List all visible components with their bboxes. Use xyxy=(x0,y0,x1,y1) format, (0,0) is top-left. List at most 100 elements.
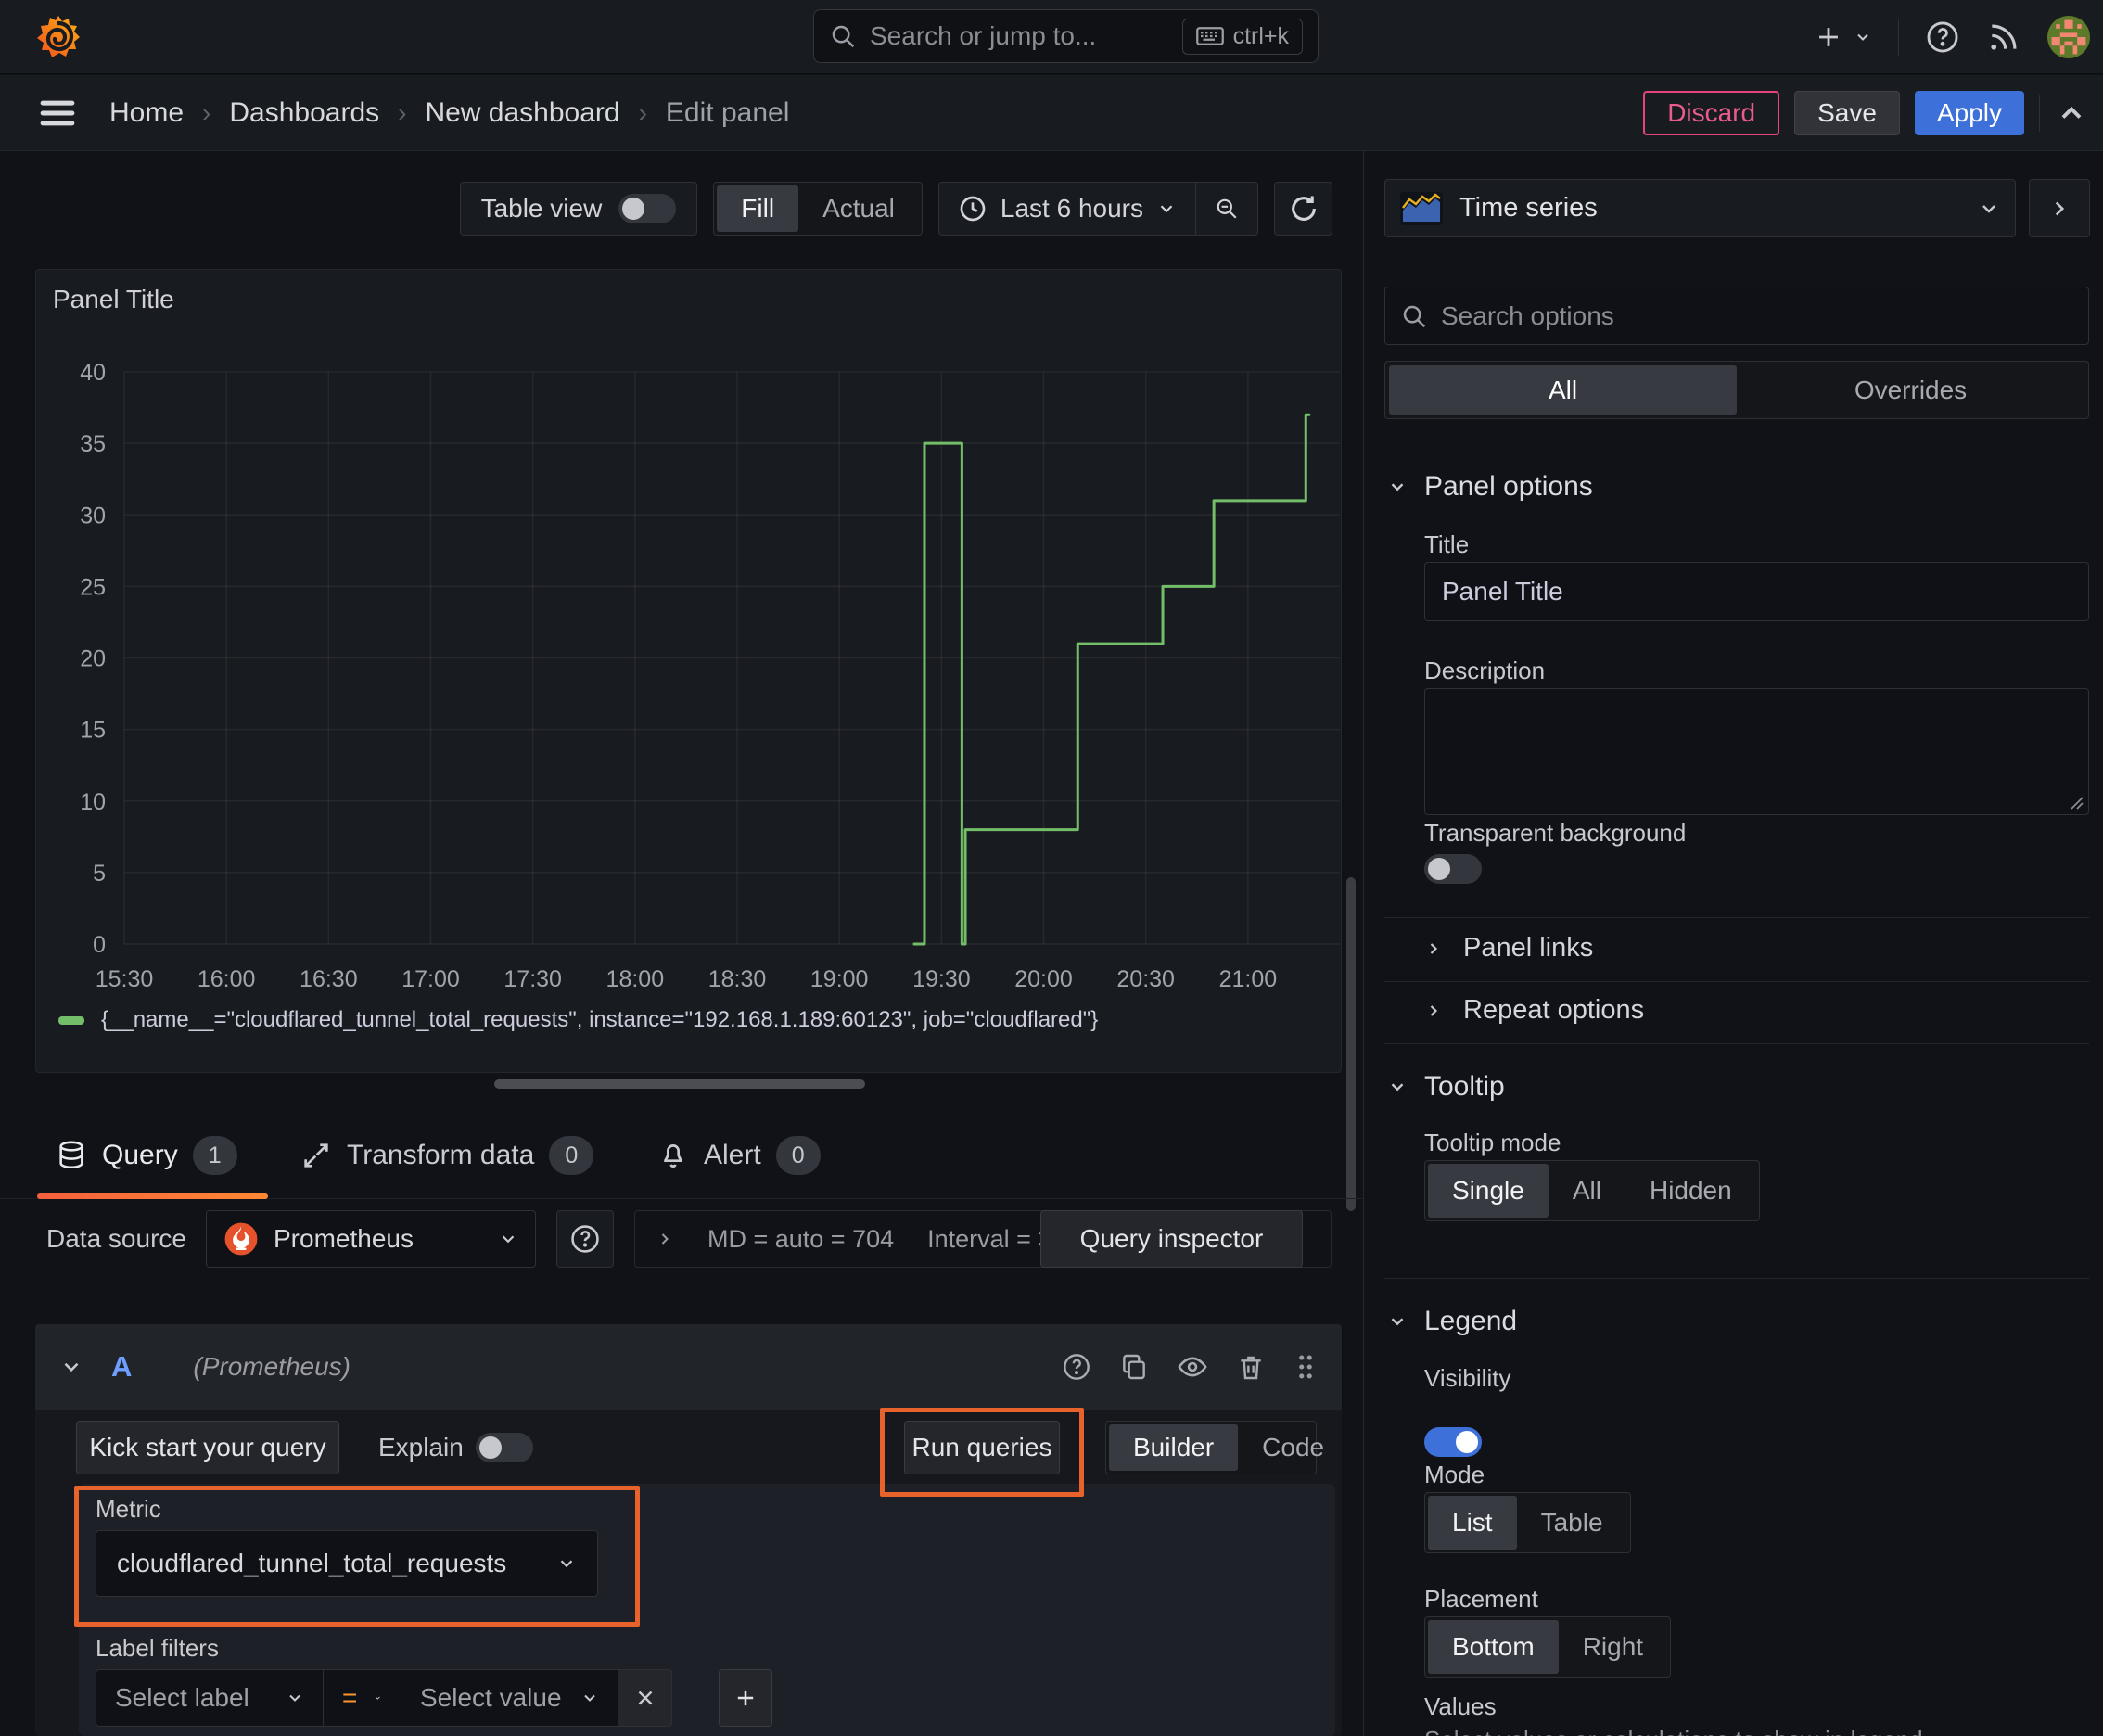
metric-select[interactable]: cloudflared_tunnel_total_requests xyxy=(96,1530,598,1597)
add-filter-button[interactable] xyxy=(719,1669,772,1727)
chevron-right-icon xyxy=(1430,942,1438,954)
overrides-option[interactable]: Overrides xyxy=(1737,365,2084,415)
y-tick-label: 35 xyxy=(80,431,106,457)
visualization-picker[interactable]: Time series xyxy=(1384,179,2016,237)
legend-swatch xyxy=(58,1015,84,1025)
help-icon[interactable] xyxy=(1925,19,1960,55)
transparent-background-toggle[interactable] xyxy=(1424,854,1482,884)
collapse-chevron-up-icon[interactable] xyxy=(2055,96,2088,130)
breadcrumb-edit-panel: Edit panel xyxy=(665,96,790,128)
x-tick-label: 20:00 xyxy=(1014,966,1073,992)
breadcrumb: Home › Dashboards › New dashboard › Edit… xyxy=(109,97,789,129)
breadcrumb-home[interactable]: Home xyxy=(109,97,184,129)
panel-resize-handle[interactable] xyxy=(494,1079,865,1089)
time-series-chart: 0 5 10 15 20 25 30 35 40 15:30 16:00 16:30 17:00 17:3… xyxy=(80,360,1340,992)
time-series-viz-icon xyxy=(1400,191,1443,225)
mode-table-option[interactable]: Table xyxy=(1517,1496,1627,1550)
options-search-input[interactable]: Search options xyxy=(1384,287,2089,345)
datasource-picker[interactable]: Prometheus xyxy=(206,1210,536,1268)
tooltip-hidden-option[interactable]: Hidden xyxy=(1625,1164,1756,1218)
divider xyxy=(1384,917,2089,918)
tab-alert[interactable]: Alert 0 xyxy=(657,1113,821,1198)
panel-title-input[interactable] xyxy=(1424,562,2089,621)
placement-bottom-option[interactable]: Bottom xyxy=(1428,1620,1559,1674)
save-button[interactable]: Save xyxy=(1794,91,1900,135)
tooltip-single-option[interactable]: Single xyxy=(1428,1164,1549,1218)
news-rss-icon[interactable] xyxy=(1986,19,2021,55)
kick-start-button[interactable]: Kick start your query xyxy=(76,1421,339,1474)
tooltip-section-header[interactable]: Tooltip xyxy=(1387,1071,1505,1103)
panel-options-sidebar: Time series Search options All Overrides… xyxy=(1363,151,2103,1736)
max-data-points: MD = auto = 704 xyxy=(707,1224,895,1253)
panel-view-toolbar: Table view Fill Actual Last 6 hours xyxy=(0,182,1363,236)
mode-list-option[interactable]: List xyxy=(1428,1496,1517,1550)
x-tick-label: 19:00 xyxy=(810,966,869,992)
datasource-help-button[interactable] xyxy=(556,1210,614,1268)
zoom-out-button[interactable] xyxy=(1196,183,1257,235)
select-label-dropdown[interactable]: Select label xyxy=(96,1669,324,1727)
user-avatar[interactable] xyxy=(2047,16,2090,58)
query-row-header[interactable]: A (Prometheus) xyxy=(35,1324,1342,1410)
collapse-options-button[interactable] xyxy=(2029,179,2090,237)
y-tick-label: 25 xyxy=(80,574,106,600)
delete-query-trash-icon[interactable] xyxy=(1236,1352,1266,1382)
breadcrumb-new-dashboard[interactable]: New dashboard xyxy=(425,97,619,129)
datasource-label: Data source xyxy=(46,1224,186,1253)
time-range-picker[interactable]: Last 6 hours xyxy=(939,183,1195,235)
legend-values-hint: Select values or calculations to show in… xyxy=(1424,1726,1923,1736)
placement-right-option[interactable]: Right xyxy=(1559,1620,1667,1674)
query-datasource-hint: (Prometheus) xyxy=(193,1352,351,1381)
plus-icon xyxy=(737,1690,754,1706)
edit-panel-main: Table view Fill Actual Last 6 hours Pane… xyxy=(0,151,1363,1736)
time-series-panel[interactable]: Panel Title 0 5 10 15 20 25 30 35 40 15:30 16:00 16… xyxy=(35,269,1342,1073)
panel-options-section-header[interactable]: Panel options xyxy=(1387,471,1593,503)
select-value-dropdown[interactable]: Select value xyxy=(401,1669,618,1727)
refresh-button[interactable] xyxy=(1274,182,1332,236)
builder-option[interactable]: Builder xyxy=(1109,1424,1239,1471)
y-tick-label: 15 xyxy=(80,718,106,744)
legend-visibility-toggle[interactable] xyxy=(1424,1427,1482,1457)
duplicate-query-icon[interactable] xyxy=(1119,1352,1149,1382)
disable-query-eye-icon[interactable] xyxy=(1177,1351,1208,1383)
run-queries-button[interactable]: Run queries xyxy=(904,1421,1060,1474)
tooltip-all-option[interactable]: All xyxy=(1549,1164,1625,1218)
breadcrumb-dashboards[interactable]: Dashboards xyxy=(229,97,379,129)
menu-hamburger-icon[interactable] xyxy=(39,97,76,129)
tab-query[interactable]: Query 1 xyxy=(56,1113,237,1198)
time-range-group: Last 6 hours xyxy=(937,182,1258,236)
drag-handle-icon[interactable] xyxy=(1294,1351,1318,1383)
explain-toggle[interactable] xyxy=(476,1433,533,1462)
query-inspector-button[interactable]: Query inspector xyxy=(1040,1210,1303,1268)
chevron-down-icon xyxy=(1391,1083,1404,1091)
chart-legend[interactable]: {__name__="cloudflared_tunnel_total_requ… xyxy=(58,1007,1098,1033)
x-tick-label: 17:30 xyxy=(503,966,562,992)
chevron-down-icon xyxy=(1391,483,1404,491)
repeat-options-section[interactable]: Repeat options xyxy=(1424,995,1644,1026)
breadcrumb-separator: › xyxy=(638,97,647,127)
resize-handle-icon xyxy=(2068,794,2084,811)
divider xyxy=(1384,981,2089,982)
legend-section-header[interactable]: Legend xyxy=(1387,1306,1517,1337)
panel-title: Panel Title xyxy=(53,285,174,313)
add-new-button[interactable] xyxy=(1813,21,1872,53)
global-search-input[interactable]: Search or jump to... ctrl+k xyxy=(813,9,1319,63)
operator-dropdown[interactable]: = xyxy=(324,1669,401,1727)
panel-links-section[interactable]: Panel links xyxy=(1424,933,1593,964)
remove-filter-button[interactable] xyxy=(618,1669,672,1727)
metric-label: Metric xyxy=(96,1495,161,1523)
discard-button[interactable]: Discard xyxy=(1643,91,1780,135)
metric-value: cloudflared_tunnel_total_requests xyxy=(117,1549,507,1577)
description-textarea[interactable] xyxy=(1424,688,2089,815)
grafana-logo-icon[interactable] xyxy=(33,12,83,62)
chevron-down-icon xyxy=(64,1362,79,1372)
apply-button[interactable]: Apply xyxy=(1914,91,2024,135)
table-view-toggle[interactable] xyxy=(618,194,677,223)
all-option[interactable]: All xyxy=(1389,365,1737,415)
fill-option[interactable]: Fill xyxy=(717,185,799,232)
y-tick-label: 30 xyxy=(80,503,106,529)
query-help-icon[interactable] xyxy=(1062,1352,1091,1382)
actual-option[interactable]: Actual xyxy=(798,185,919,232)
keyboard-icon xyxy=(1195,26,1224,46)
code-option[interactable]: Code xyxy=(1238,1424,1348,1471)
tab-transform-data[interactable]: Transform data 0 xyxy=(300,1113,594,1198)
